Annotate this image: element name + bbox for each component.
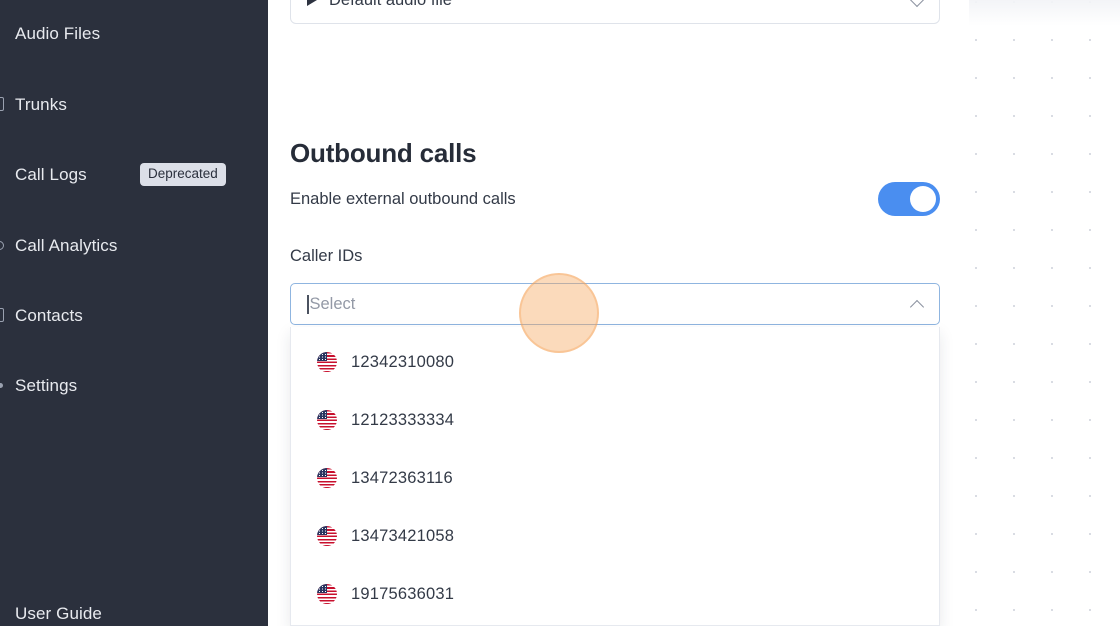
sidebar-item-label: Trunks xyxy=(15,94,67,114)
enable-outbound-calls-row: Enable external outbound calls xyxy=(290,180,940,218)
caller-id-number: 12342310080 xyxy=(351,352,455,371)
sidebar-item-contacts[interactable]: Contacts xyxy=(0,293,268,337)
caller-ids-dropdown: 12342310080 12123333334 13472363116 1347… xyxy=(290,327,940,626)
sidebar-item-label: Audio Files xyxy=(15,23,101,43)
sidebar-item-label: Settings xyxy=(15,375,78,395)
list-item[interactable]: 19175636031 xyxy=(291,572,939,616)
us-flag-icon xyxy=(317,410,337,430)
chevron-up-icon[interactable] xyxy=(911,297,925,311)
sidebar-item-label: Contacts xyxy=(15,305,83,325)
default-audio-file-select[interactable]: Default audio file xyxy=(290,0,940,24)
sidebar-item-label: Call Analytics xyxy=(15,235,118,255)
main-content: Default audio file Outbound calls Enable… xyxy=(268,0,968,626)
us-flag-icon xyxy=(317,352,337,372)
caller-id-number: 19175636031 xyxy=(351,584,455,603)
enable-outbound-calls-toggle[interactable] xyxy=(878,182,940,216)
enable-outbound-calls-label: Enable external outbound calls xyxy=(290,189,516,208)
toggle-knob xyxy=(910,186,936,212)
list-item[interactable]: 12342310080 xyxy=(291,340,939,384)
chevron-down-icon[interactable] xyxy=(911,0,925,7)
contacts-icon xyxy=(0,308,4,322)
app-screen: Audio Files Trunks Call Logs Deprecated … xyxy=(0,0,1120,626)
square-icon xyxy=(0,97,4,111)
gear-icon xyxy=(0,382,3,388)
page-title: Outbound calls xyxy=(290,137,477,168)
caller-ids-select[interactable]: Select xyxy=(290,283,940,325)
list-item[interactable]: 13472363116 xyxy=(291,456,939,500)
caller-ids-placeholder: Select xyxy=(309,294,356,313)
status-badge-deprecated: Deprecated xyxy=(140,163,226,186)
caller-id-number: 13472363116 xyxy=(351,468,453,487)
sidebar-item-trunks[interactable]: Trunks xyxy=(0,82,268,126)
list-item[interactable]: 13473421058 xyxy=(291,514,939,558)
sidebar-item-settings[interactable]: Settings xyxy=(0,363,268,407)
caller-ids-label: Caller IDs xyxy=(290,247,363,265)
chart-icon xyxy=(0,240,4,250)
caller-id-number: 12123333334 xyxy=(351,410,455,429)
sidebar-item-call-logs[interactable]: Call Logs xyxy=(0,152,268,196)
caller-id-number: 13473421058 xyxy=(351,526,455,545)
sidebar-item-label: Call Logs xyxy=(15,164,87,184)
sidebar-item-user-guide[interactable]: User Guide xyxy=(0,591,268,626)
us-flag-icon xyxy=(317,584,337,604)
list-item[interactable]: 12123333334 xyxy=(291,398,939,442)
text-caret xyxy=(307,294,309,314)
canvas-top-fade xyxy=(969,0,1120,26)
sidebar-item-label: User Guide xyxy=(15,603,102,623)
sidebar: Audio Files Trunks Call Logs Deprecated … xyxy=(0,0,268,626)
canvas-grid-background xyxy=(968,0,1120,626)
us-flag-icon xyxy=(317,468,337,488)
us-flag-icon xyxy=(317,526,337,546)
sidebar-item-call-analytics[interactable]: Call Analytics xyxy=(0,223,268,267)
audio-file-value: Default audio file xyxy=(329,0,911,10)
sidebar-item-audio-files[interactable]: Audio Files xyxy=(0,11,268,55)
play-icon xyxy=(307,0,317,6)
